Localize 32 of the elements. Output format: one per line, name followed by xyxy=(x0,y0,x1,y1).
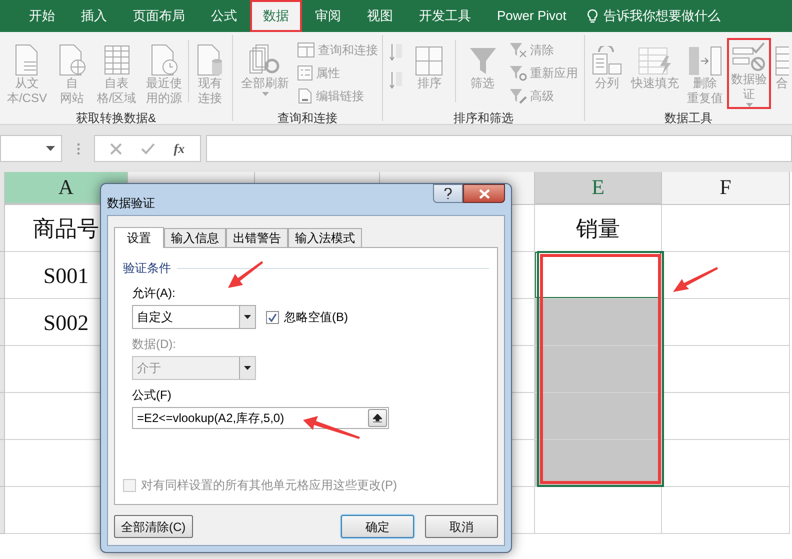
ribbon-tab[interactable]: 插入 xyxy=(68,0,120,32)
ribbon-tab[interactable]: 开发工具 xyxy=(406,0,484,32)
dialog-tab[interactable]: 输入信息 xyxy=(164,228,226,247)
ribbon-tab[interactable]: 审阅 xyxy=(302,0,354,32)
field-label: 数据(D): xyxy=(132,336,177,353)
dialog-tab[interactable]: 设置 xyxy=(114,227,164,248)
table-cell: 销量 xyxy=(535,205,662,252)
group-label: 数据工具 xyxy=(664,110,712,127)
insert-function-button[interactable]: fx xyxy=(174,138,185,158)
group-label: 排序和筛选 xyxy=(454,110,514,127)
checkbox-label: 忽略空值(B) xyxy=(284,309,348,326)
formula-field[interactable]: =E2<=vlookup(A2,库存,5,0) xyxy=(132,407,389,429)
field-label: 公式(F) xyxy=(132,387,172,404)
ribbon-tab[interactable]: Power Pivot xyxy=(484,0,580,32)
ribbon-tab[interactable]: 公式 xyxy=(198,0,250,32)
field-label: 允许(A): xyxy=(132,285,176,302)
dialog-button[interactable]: 确定 xyxy=(341,515,414,538)
dialog-button[interactable]: 取消 xyxy=(425,515,498,538)
group-label: 获取转换数据& xyxy=(76,110,156,127)
column-header[interactable]: E xyxy=(535,172,662,205)
allow-dropdown[interactable]: 自定义 xyxy=(132,305,256,329)
group-label: 查询和连接 xyxy=(278,110,338,127)
ribbon-tab[interactable]: 开始 xyxy=(16,0,68,32)
ribbon-tab[interactable]: 数据 xyxy=(250,0,302,32)
dialog-button[interactable]: 全部清除(C) xyxy=(114,515,193,538)
column-header[interactable]: F xyxy=(662,172,790,205)
tell-me-search[interactable]: 告诉我你想要做什么 xyxy=(603,6,720,26)
ribbon-tab[interactable]: 页面布局 xyxy=(120,0,198,32)
ribbon-tab[interactable]: 视图 xyxy=(354,0,406,32)
dialog-tab[interactable]: 输入法模式 xyxy=(288,228,362,247)
dialog-tab[interactable]: 出错警告 xyxy=(226,228,288,247)
checkbox-label: 对有同样设置的所有其他单元格应用这些更改(P) xyxy=(141,477,397,494)
